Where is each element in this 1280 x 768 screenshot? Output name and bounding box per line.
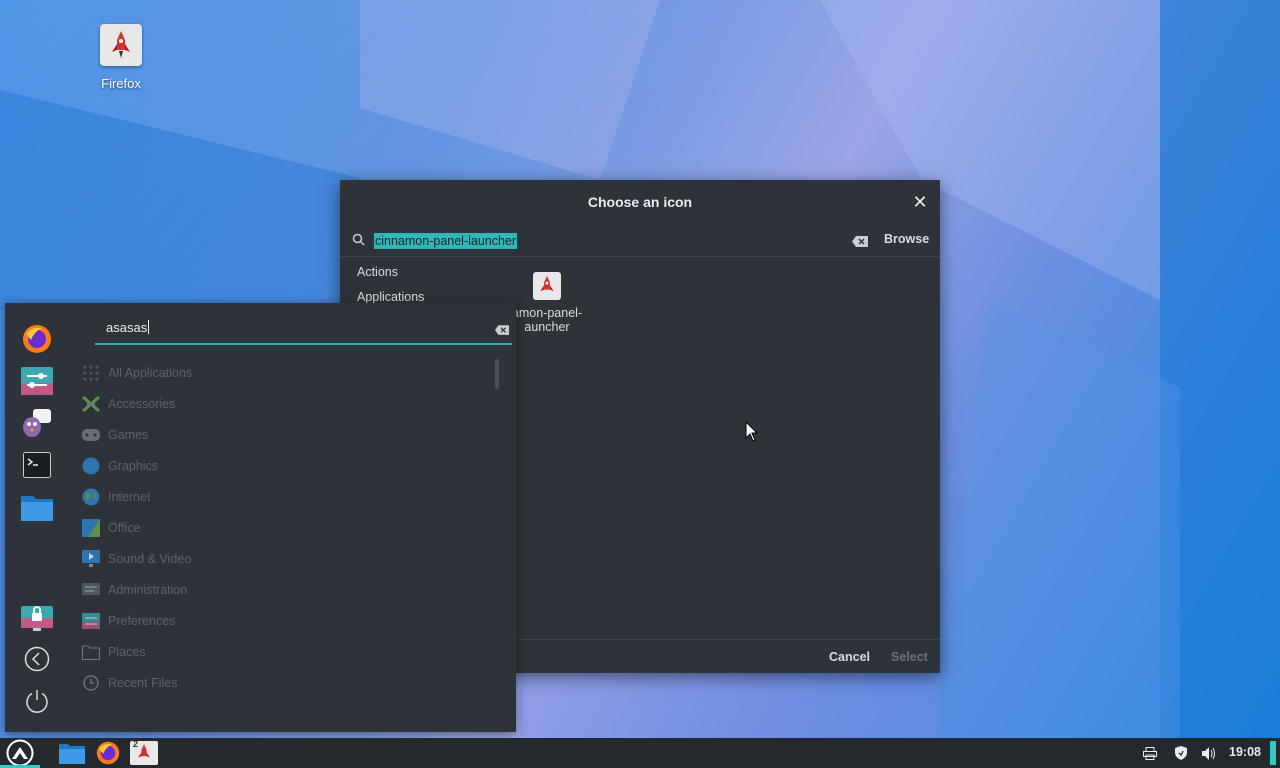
wallpaper-facet — [940, 300, 1180, 738]
volume-icon[interactable] — [1199, 741, 1219, 765]
wallpaper-facet — [360, 0, 660, 180]
mouse-pointer-icon — [745, 420, 759, 448]
show-desktop-button[interactable] — [1270, 741, 1276, 765]
administration-icon — [81, 581, 101, 599]
rocket-icon — [533, 272, 561, 300]
globe-icon — [81, 488, 101, 506]
files-icon[interactable] — [21, 491, 53, 523]
menu-category-administration[interactable]: Administration — [81, 579, 461, 601]
desktop-icon-firefox[interactable]: Firefox — [86, 24, 156, 91]
office-icon — [81, 519, 101, 537]
menu-category-accessories[interactable]: Accessories — [81, 393, 461, 415]
shield-icon[interactable] — [1171, 741, 1191, 765]
files-taskbar-icon[interactable] — [58, 741, 86, 765]
menu-category-label: Places — [108, 645, 146, 659]
menu-category-label: Graphics — [108, 459, 159, 473]
icon-search-input[interactable]: cinnamon-panel-launcher — [374, 233, 518, 249]
firefox-taskbar-icon[interactable] — [94, 741, 122, 765]
menu-category-label: Office — [108, 521, 141, 535]
menu-category-games[interactable]: Games — [81, 424, 461, 446]
gamepad-icon — [81, 426, 101, 444]
menu-category-sound-video[interactable]: Sound & Video — [81, 548, 461, 570]
menu-category-label: Administration — [108, 583, 188, 597]
desktop-icon-label: Firefox — [101, 76, 141, 91]
folder-icon — [81, 643, 101, 661]
menu-category-label: Internet — [108, 490, 151, 504]
menu-search-input[interactable]: asasas — [106, 320, 150, 335]
text-caret — [148, 320, 150, 334]
search-icon — [352, 233, 365, 251]
grid-icon — [81, 364, 101, 382]
firefox-icon[interactable] — [21, 323, 53, 355]
preferences-icon — [81, 612, 101, 630]
favorites-sidebar — [5, 303, 69, 732]
menu-category-office[interactable]: Office — [81, 517, 461, 539]
wallpaper-facet — [520, 672, 940, 738]
menu-category-label: Accessories — [108, 397, 176, 411]
multimedia-icon — [81, 550, 101, 568]
menu-category-recent-files[interactable]: Recent Files — [81, 672, 461, 694]
settings-icon[interactable] — [21, 365, 53, 397]
menu-category-all[interactable]: All Applications — [81, 362, 461, 384]
application-menu: asasas All Applications Accessories Game… — [5, 303, 516, 732]
taskbar: 2 19:08 — [0, 738, 1280, 768]
cancel-button[interactable]: Cancel — [829, 650, 870, 664]
terminal-icon[interactable] — [21, 449, 53, 481]
menu-category-internet[interactable]: Internet — [81, 486, 461, 508]
browse-button[interactable]: Browse — [884, 232, 929, 246]
select-button[interactable]: Select — [891, 650, 928, 664]
icon-result-item[interactable]: amon-panel- auncher — [508, 272, 586, 334]
menu-category-label: All Applications — [108, 366, 193, 380]
wallpaper-facet — [0, 90, 360, 310]
menu-category-label: Recent Files — [108, 676, 178, 690]
dialog-title: Choose an icon — [587, 194, 693, 210]
dialog-titlebar: Choose an icon ✕ — [340, 180, 940, 224]
window-count-badge: 2 — [133, 739, 139, 749]
printer-icon[interactable] — [1140, 741, 1160, 765]
rocket-launcher-icon — [100, 24, 142, 66]
result-label-line2: auncher — [524, 320, 570, 334]
logout-icon[interactable] — [21, 643, 53, 675]
menu-category-label: Sound & Video — [108, 552, 192, 566]
result-label-line1: amon-panel- — [511, 306, 583, 320]
menu-search-value: asasas — [106, 320, 148, 335]
lock-screen-icon[interactable] — [21, 601, 53, 633]
clear-search-icon[interactable] — [852, 234, 868, 252]
menu-launcher-icon[interactable] — [4, 739, 36, 767]
power-icon[interactable] — [21, 685, 53, 717]
icon-search-bar: cinnamon-panel-launcher Browse — [340, 224, 940, 257]
clear-search-icon[interactable] — [495, 322, 509, 340]
menu-category-label: Games — [108, 428, 149, 442]
menu-category-places[interactable]: Places — [81, 641, 461, 663]
pidgin-icon[interactable] — [21, 407, 53, 439]
menu-category-label: Preferences — [108, 614, 176, 628]
accessories-icon — [81, 395, 101, 413]
close-icon[interactable]: ✕ — [910, 192, 930, 212]
menu-category-graphics[interactable]: Graphics — [81, 455, 461, 477]
graphics-icon — [81, 457, 101, 475]
clock-icon — [81, 674, 101, 692]
scrollbar[interactable] — [495, 359, 499, 389]
menu-search-field[interactable]: asasas — [95, 317, 512, 345]
clock[interactable]: 19:08 — [1229, 745, 1261, 759]
category-actions[interactable]: Actions — [340, 257, 456, 287]
menu-category-preferences[interactable]: Preferences — [81, 610, 461, 632]
